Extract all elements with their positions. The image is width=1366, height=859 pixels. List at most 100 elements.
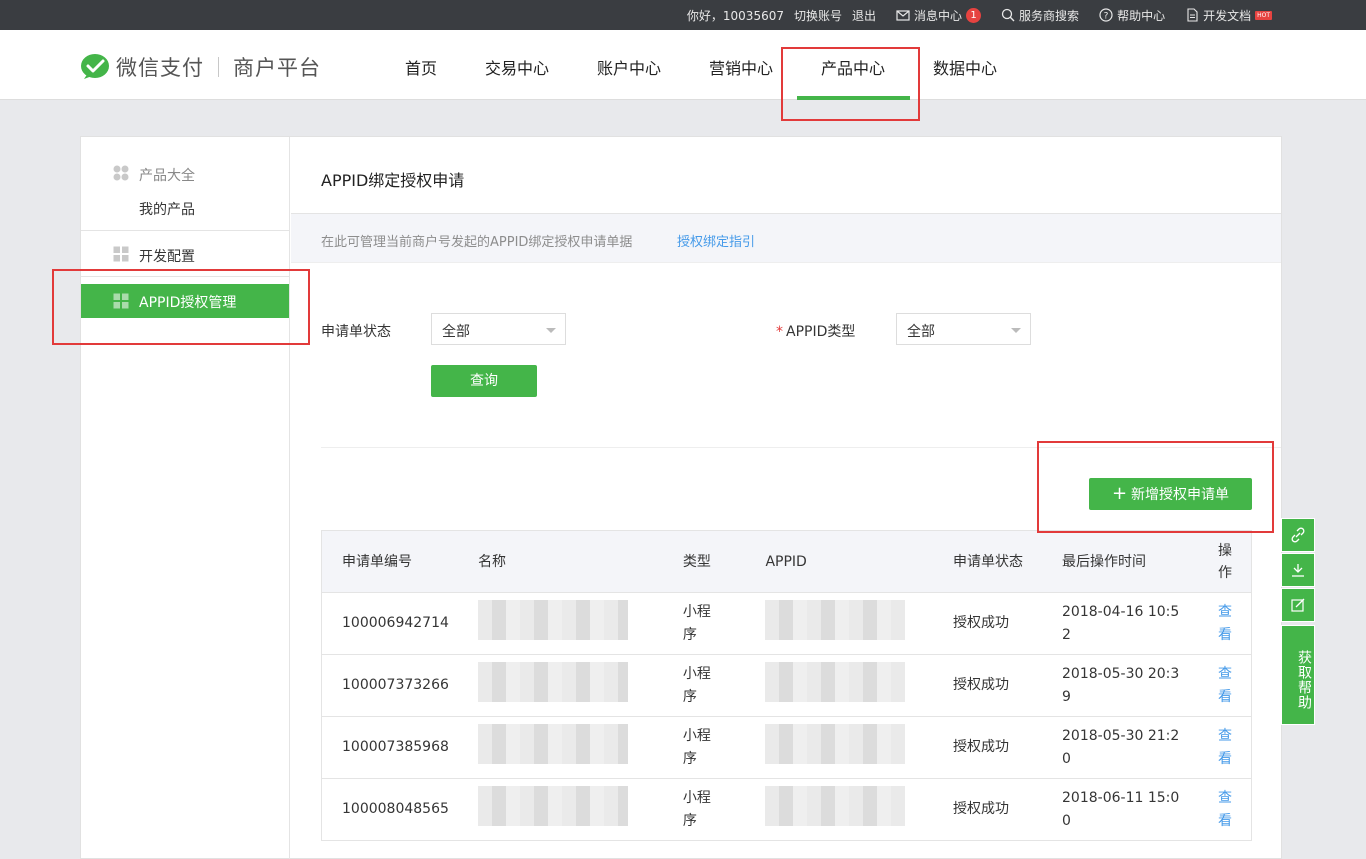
app-name-redacted — [458, 592, 663, 655]
dev-docs-link[interactable]: 开发文档 HOT — [1185, 7, 1272, 24]
view-link[interactable]: 查看 — [1197, 778, 1252, 841]
highlight-box-sidebar — [52, 269, 310, 345]
table-row: 100007373266 小程序 授权成功 2018-05-30 20:39 查… — [321, 654, 1252, 717]
highlight-box-add-button — [1037, 441, 1274, 533]
chevron-down-icon — [546, 328, 556, 333]
mail-icon — [896, 10, 910, 21]
greeting-text: 你好，10035607 — [686, 8, 784, 23]
view-link[interactable]: 查看 — [1197, 592, 1252, 655]
app-type: 小程序 — [662, 716, 746, 779]
col-header-name: 名称 — [458, 530, 663, 593]
provider-search-link[interactable]: 服务商搜索 — [1001, 7, 1079, 24]
appid-type-select[interactable]: 全部 — [896, 313, 1031, 345]
col-header-appid: APPID — [745, 530, 933, 593]
dev-docs-label: 开发文档 — [1203, 8, 1252, 23]
col-header-action: 操作 — [1197, 530, 1252, 593]
switch-account-link[interactable]: 切换账号 — [794, 7, 842, 24]
nav-marketing-center[interactable]: 营销中心 — [702, 30, 780, 100]
sidebar-group-products: 产品大全 — [139, 168, 195, 184]
table-row: 100006942714 小程序 授权成功 2018-04-16 10:52 查… — [321, 592, 1252, 655]
last-op-time: 2018-04-16 10:52 — [1042, 592, 1198, 655]
svg-text:?: ? — [1104, 12, 1109, 22]
auth-request-table: 申请单编号 名称 类型 APPID 申请单状态 最后操作时间 操作 100006… — [321, 530, 1252, 841]
link-icon — [1291, 527, 1305, 543]
request-id: 100007373266 — [321, 654, 459, 717]
table-header-row: 申请单编号 名称 类型 APPID 申请单状态 最后操作时间 操作 — [321, 530, 1252, 593]
table-row: 100008048565 小程序 授权成功 2018-06-11 15:00 查… — [321, 778, 1252, 841]
edit-tool-button[interactable] — [1281, 588, 1315, 622]
chevron-down-icon — [1011, 328, 1021, 333]
message-center-link[interactable]: 消息中心 1 — [896, 7, 982, 24]
status-select-value: 全部 — [442, 324, 470, 340]
search-icon — [1001, 8, 1015, 22]
app-type: 小程序 — [662, 778, 746, 841]
col-header-type: 类型 — [662, 530, 746, 593]
last-op-time: 2018-05-30 21:20 — [1042, 716, 1198, 779]
query-button[interactable]: 查询 — [431, 365, 537, 397]
message-count-badge: 1 — [966, 7, 982, 23]
logout-link[interactable]: 退出 — [852, 7, 876, 24]
table-row: 100007385968 小程序 授权成功 2018-05-30 21:20 查… — [321, 716, 1252, 779]
appid-type-filter-label: * APPID类型 — [776, 321, 855, 341]
provider-search-label: 服务商搜索 — [1019, 8, 1080, 23]
col-header-id: 申请单编号 — [321, 530, 459, 593]
request-id: 100007385968 — [321, 716, 459, 779]
wechat-pay-logo-icon — [81, 54, 109, 79]
top-bar: 你好，10035607 切换账号 退出 消息中心 1 服务商搜索 ? 帮助中心 … — [0, 0, 1366, 30]
document-icon — [1187, 8, 1198, 22]
col-header-time: 最后操作时间 — [1042, 530, 1198, 593]
get-help-button[interactable]: 获取帮助 — [1281, 625, 1315, 725]
app-type: 小程序 — [662, 592, 746, 655]
nav-data-center[interactable]: 数据中心 — [926, 30, 1004, 100]
appid-redacted — [745, 654, 933, 717]
request-status: 授权成功 — [932, 592, 1043, 655]
help-center-label: 帮助中心 — [1117, 8, 1166, 23]
logo[interactable]: 微信支付 商户平台 — [80, 52, 321, 82]
nav-trade-center[interactable]: 交易中心 — [478, 30, 556, 100]
request-status: 授权成功 — [932, 716, 1043, 779]
header: 微信支付 商户平台 首页 交易中心 账户中心 营销中心 产品中心 数据中心 — [0, 30, 1366, 100]
request-status: 授权成功 — [932, 654, 1043, 717]
status-filter-label: 申请单状态 — [321, 324, 391, 340]
nav-account-center[interactable]: 账户中心 — [590, 30, 668, 100]
view-link[interactable]: 查看 — [1197, 654, 1252, 717]
view-link[interactable]: 查看 — [1197, 716, 1252, 779]
sidebar-item-dev-config[interactable]: 开发配置 — [139, 246, 195, 266]
request-status: 授权成功 — [932, 778, 1043, 841]
brand-name: 微信支付 — [116, 56, 204, 80]
page-title: APPID绑定授权申请 — [321, 171, 465, 190]
request-id: 100006942714 — [321, 592, 459, 655]
edit-icon — [1291, 598, 1305, 612]
download-tool-button[interactable] — [1281, 553, 1315, 587]
last-op-time: 2018-06-11 15:00 — [1042, 778, 1198, 841]
appid-type-select-value: 全部 — [907, 324, 935, 340]
required-mark: * — [776, 324, 783, 340]
help-icon: ? — [1099, 8, 1113, 22]
app-type: 小程序 — [662, 654, 746, 717]
nav-home[interactable]: 首页 — [390, 30, 452, 100]
auth-guide-link[interactable]: 授权绑定指引 — [677, 231, 755, 250]
highlight-box-nav — [781, 47, 920, 121]
app-name-redacted — [458, 716, 663, 779]
sidebar-item-my-products[interactable]: 我的产品 — [139, 199, 195, 219]
app-name-redacted — [458, 778, 663, 841]
download-icon — [1292, 564, 1304, 577]
info-bar: 在此可管理当前商户号发起的APPID绑定授权申请单据 授权绑定指引 — [291, 213, 1281, 263]
status-select[interactable]: 全部 — [431, 313, 566, 345]
appid-type-label-text: APPID类型 — [786, 324, 856, 340]
appid-redacted — [745, 592, 933, 655]
platform-name: 商户平台 — [233, 56, 321, 80]
products-grid-icon — [113, 165, 129, 181]
appid-redacted — [745, 778, 933, 841]
help-center-link[interactable]: ? 帮助中心 — [1099, 7, 1165, 24]
app-name-redacted — [458, 654, 663, 717]
dev-config-icon — [113, 246, 129, 262]
sidebar: 产品大全 我的产品 开发配置 APPID授权管理 — [81, 137, 290, 859]
col-header-status: 申请单状态 — [932, 530, 1043, 593]
request-id: 100008048565 — [321, 778, 459, 841]
sidebar-divider — [81, 230, 289, 231]
link-tool-button[interactable] — [1281, 518, 1315, 552]
last-op-time: 2018-05-30 20:39 — [1042, 654, 1198, 717]
message-center-label: 消息中心 — [914, 8, 963, 23]
info-text: 在此可管理当前商户号发起的APPID绑定授权申请单据 — [321, 235, 633, 250]
